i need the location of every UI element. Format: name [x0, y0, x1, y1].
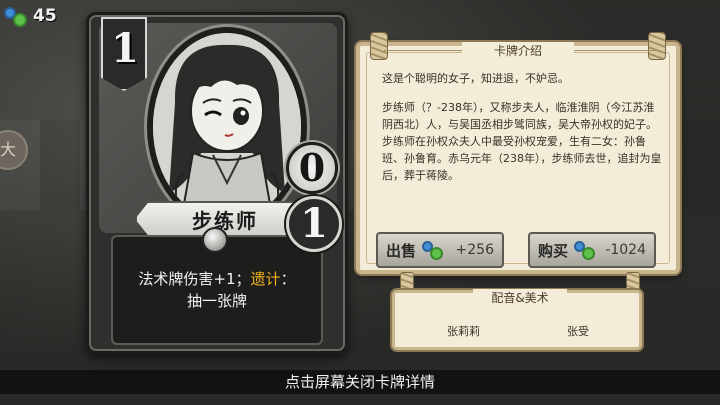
title-divider: [384, 50, 462, 51]
rope-knot-icon: [648, 32, 666, 60]
intro-long: 步练师（？-238年），又称步夫人，临淮淮阴（今江苏淮阴西北）人，与吴国丞相步骘…: [382, 101, 662, 182]
health-stat: 1: [286, 196, 342, 252]
description-prefix: 法术牌伤害+1；: [138, 270, 251, 288]
attack-stat: 0: [286, 142, 338, 194]
buy-label: 购买: [538, 241, 569, 260]
currency-display: 45: [4, 4, 57, 28]
rope-icon: [400, 272, 414, 292]
card-cost: 1: [111, 25, 139, 72]
intro-text: 这是个聪明的女子，知进退，不妒忌。 步练师（？-238年），又称步夫人，临淮淮阴…: [382, 70, 664, 196]
sell-button[interactable]: 出售 +256: [376, 232, 504, 268]
description-line-2: 抽一张牌: [186, 292, 247, 310]
gem-pair-icon: [422, 240, 446, 260]
description-line-1: 法术牌伤害+1；遗计：: [138, 268, 295, 290]
intro-short: 这是个聪明的女子，知进退，不妒忌。: [382, 72, 569, 85]
card-name: 步练师: [192, 208, 258, 233]
currency-amount: 45: [33, 6, 57, 26]
buy-amount: -1024: [605, 242, 646, 258]
gem-pair-icon: [4, 5, 30, 27]
rope-knot-icon: [370, 32, 388, 60]
card-intro-panel: 卡牌介绍 这是个聪明的女子，知进退，不妒忌。 步练师（？-238年），又称步夫人…: [356, 32, 680, 274]
sell-amount: +256: [455, 242, 494, 258]
card-center-gem-icon: [202, 227, 228, 253]
voice-actor: 张莉莉: [447, 325, 480, 338]
character-portrait: [147, 27, 307, 227]
buy-button[interactable]: 购买 -1024: [528, 232, 656, 268]
gem-pair-icon: [574, 240, 598, 260]
title-divider: [574, 50, 658, 51]
rope-icon: [626, 272, 640, 292]
panel-title: 卡牌介绍: [462, 42, 574, 60]
artist: 张受: [567, 325, 589, 338]
credits-panel: 配音&美术 张莉莉 张受: [392, 289, 642, 350]
description-suffix: ：: [280, 270, 296, 288]
character-illustration: [153, 33, 301, 221]
description-keyword: 遗计: [250, 270, 281, 288]
close-hint[interactable]: 点击屏幕关闭卡牌详情: [0, 370, 720, 394]
sell-label: 出售: [386, 241, 417, 260]
credits-title: 配音&美术: [473, 289, 567, 306]
